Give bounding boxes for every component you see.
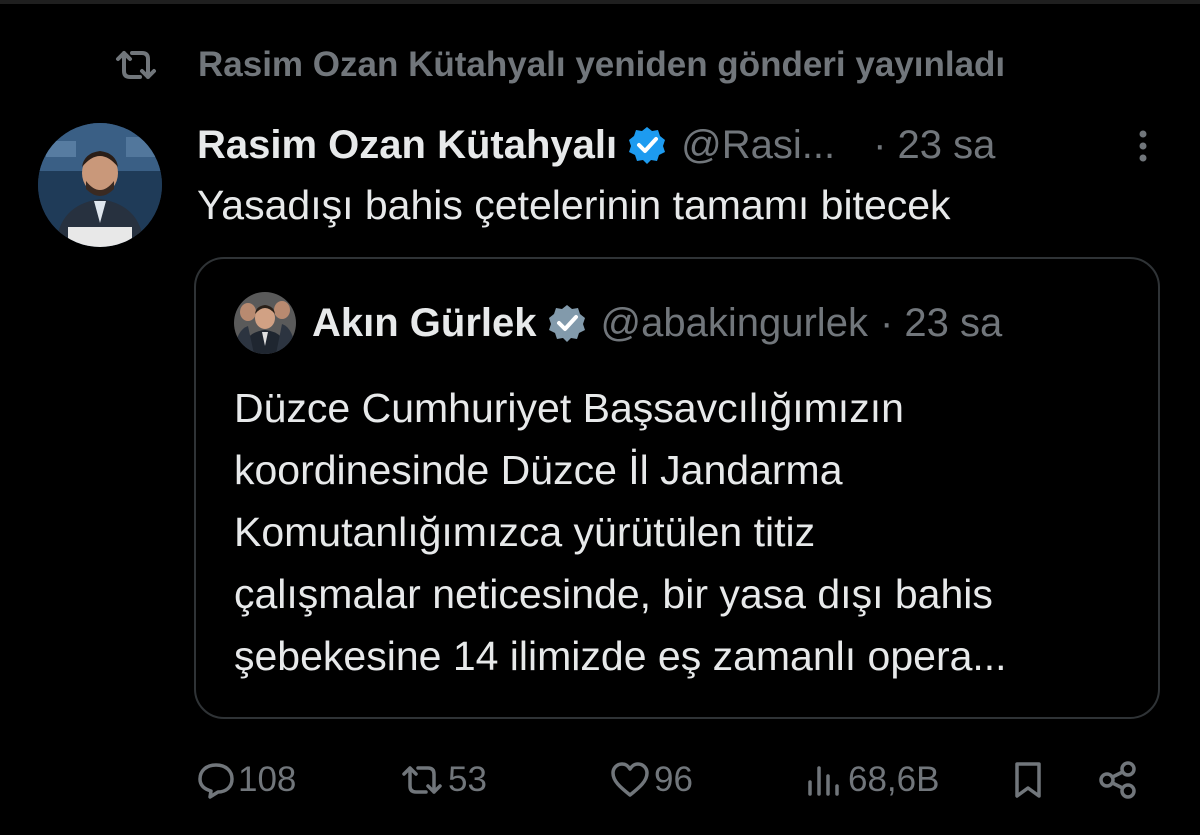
- quoted-text-line: şebekesine 14 ilimizde eş zamanlı opera.…: [234, 633, 1007, 679]
- quoted-tweet-text: Düzce Cumhuriyet Başsavcılığımızın koord…: [234, 377, 1134, 687]
- bookmark-icon: [1015, 762, 1041, 798]
- action-bar: 108 53 96 68,6B: [0, 750, 1200, 810]
- quoted-author-handle[interactable]: @abakingurlek: [601, 301, 868, 346]
- repost-label: Rasim Ozan Kütahyalı yeniden gönderi yay…: [198, 45, 1006, 84]
- repost-button[interactable]: 53: [398, 750, 487, 810]
- author-handle[interactable]: @Rasi...: [681, 123, 835, 168]
- verified-badge-icon: [629, 127, 666, 164]
- verified-badge-icon: [548, 305, 585, 342]
- views-icon: [808, 766, 839, 796]
- quoted-text-line: Komutanlığımızca yürütülen titiz: [234, 509, 816, 555]
- avatar[interactable]: [38, 123, 162, 247]
- repost-banner[interactable]: Rasim Ozan Kütahyalı yeniden gönderi yay…: [112, 40, 1005, 90]
- like-button[interactable]: 96: [608, 750, 693, 810]
- quoted-avatar-image: [234, 292, 296, 354]
- reply-count: 108: [238, 760, 297, 799]
- views-button[interactable]: 68,6B: [802, 750, 939, 810]
- views-count: 68,6B: [848, 760, 940, 799]
- repost-icon: [116, 51, 156, 79]
- like-count: 96: [654, 760, 693, 799]
- share-button[interactable]: [1096, 750, 1140, 810]
- more-options-icon[interactable]: [1129, 126, 1157, 166]
- quoted-tweet-card[interactable]: Akın Gürlek @abakingurlek · 23 sa Düzce …: [194, 257, 1160, 719]
- quoted-author-name[interactable]: Akın Gürlek: [312, 301, 537, 346]
- tweet-header: Rasim Ozan Kütahyalı @Rasi... · 23 sa: [197, 118, 1157, 172]
- tweet-text: Yasadışı bahis çetelerinin tamamı bitece…: [197, 182, 951, 228]
- quoted-timestamp[interactable]: · 23 sa: [880, 301, 1002, 346]
- reply-button[interactable]: 108: [196, 750, 296, 810]
- quoted-avatar[interactable]: [234, 292, 296, 354]
- bookmark-button[interactable]: [1008, 750, 1048, 810]
- tweet-timestamp[interactable]: · 23 sa: [873, 123, 995, 168]
- reply-icon: [198, 763, 234, 799]
- repost-icon: [402, 766, 442, 794]
- quoted-tweet-header: Akın Gürlek @abakingurlek · 23 sa: [234, 291, 1002, 355]
- top-divider: [0, 0, 1200, 4]
- avatar-image: [38, 123, 162, 247]
- repost-count: 53: [448, 760, 487, 799]
- like-icon: [611, 762, 649, 797]
- share-icon: [1099, 761, 1136, 799]
- quoted-text-line: koordinesinde Düzce İl Jandarma: [234, 447, 843, 493]
- quoted-text-line: çalışmalar neticesinde, bir yasa dışı ba…: [234, 571, 993, 617]
- author-name[interactable]: Rasim Ozan Kütahyalı: [197, 123, 617, 168]
- quoted-text-line: Düzce Cumhuriyet Başsavcılığımızın: [234, 385, 904, 431]
